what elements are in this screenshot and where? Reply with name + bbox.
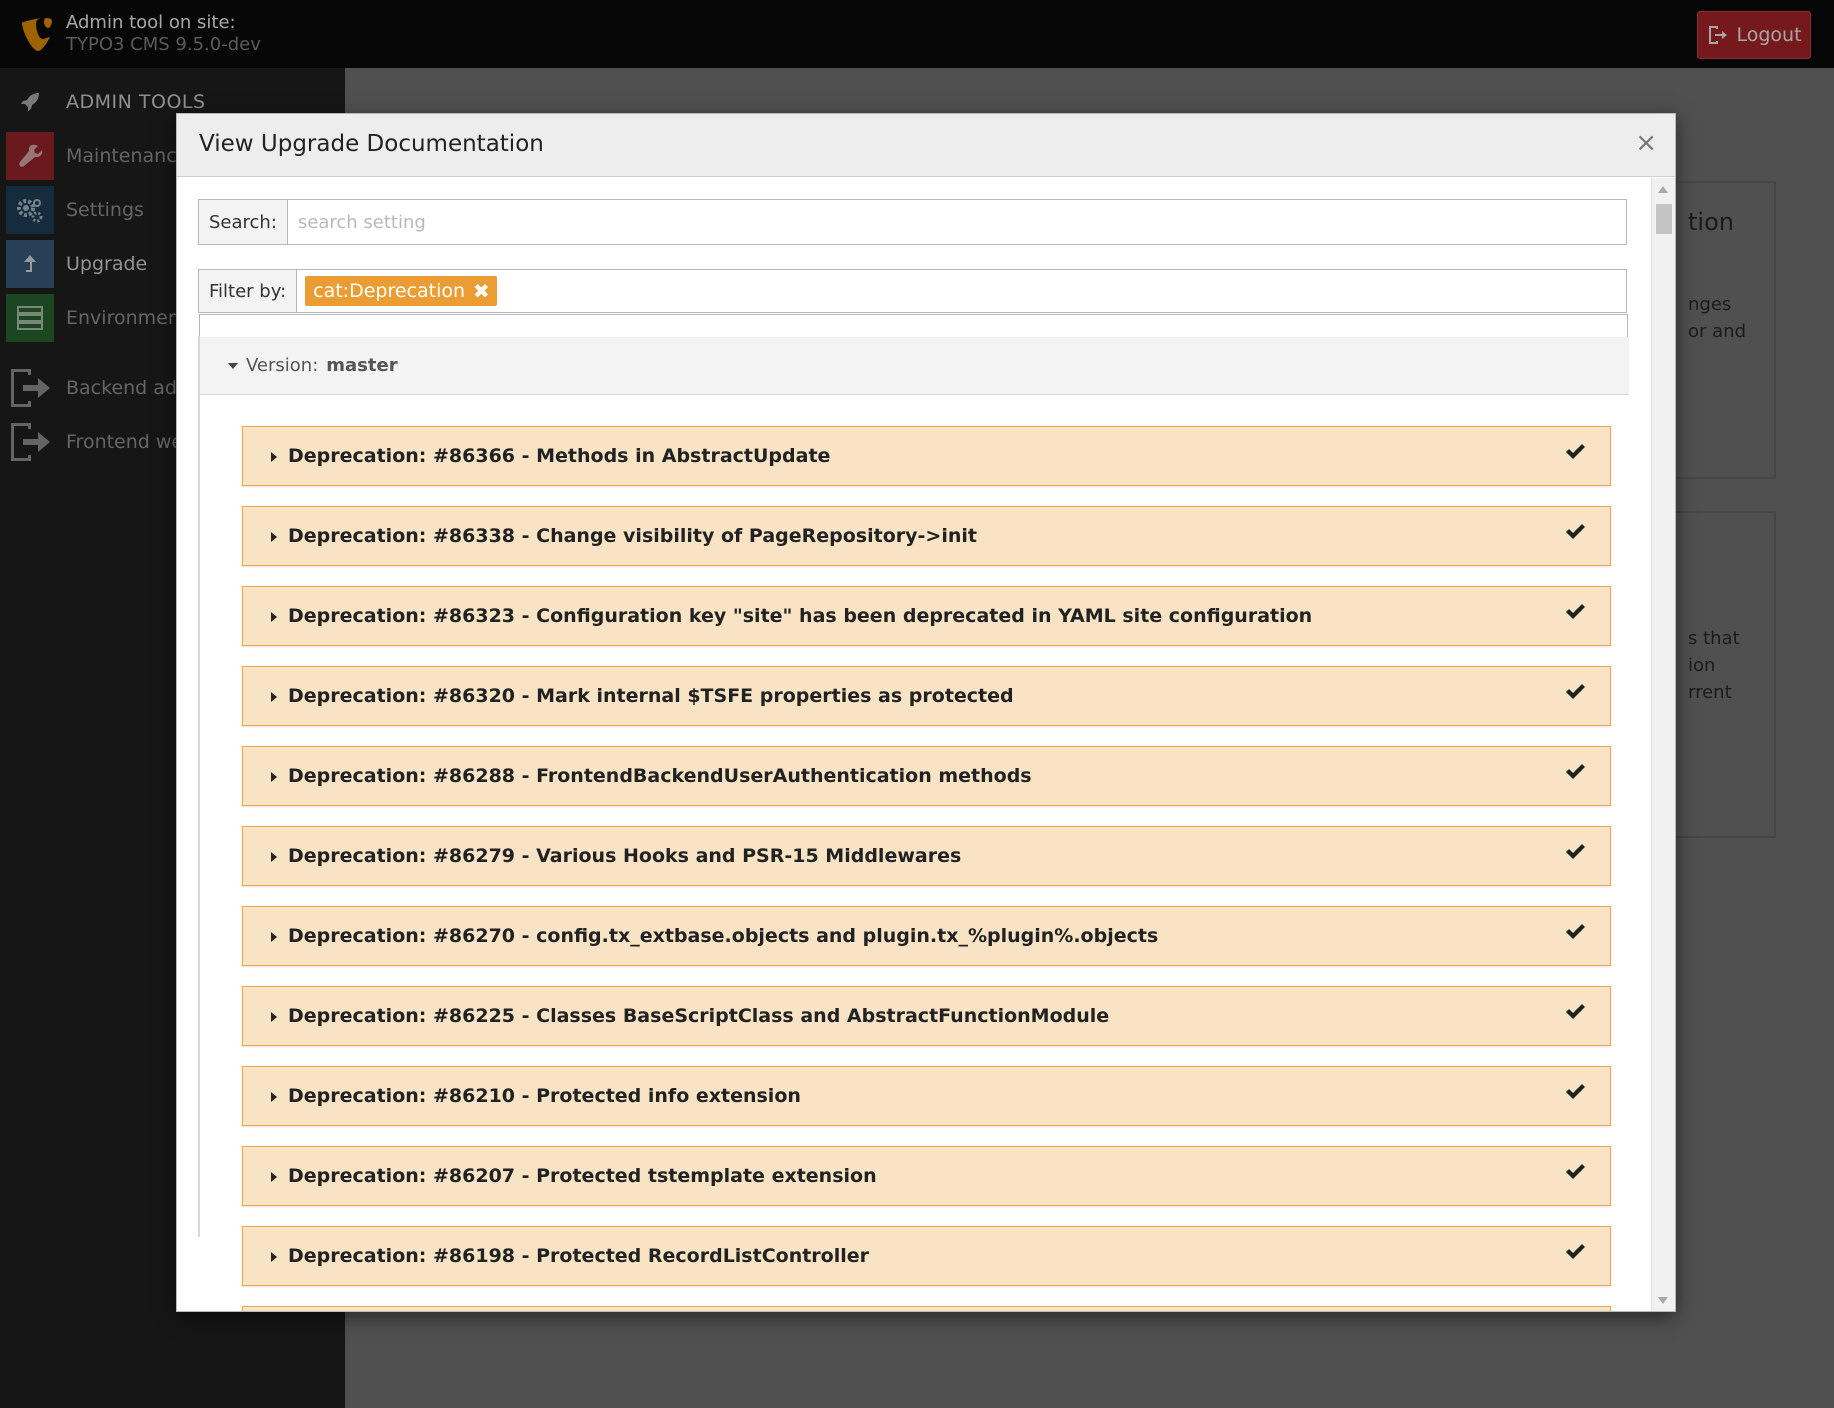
check-icon [1566,924,1585,939]
doc-item[interactable]: Deprecation: #86207 - Protected tstempla… [242,1146,1611,1206]
version-name: master [326,355,398,376]
doc-item[interactable]: Deprecation: #86279 - Various Hooks and … [242,826,1611,886]
doc-item[interactable]: Deprecation: #86366 - Methods in Abstrac… [242,426,1611,486]
doc-item-title: Deprecation: #86338 - Change visibility … [288,525,977,547]
scroll-up-icon[interactable] [1658,186,1668,193]
check-icon [1566,764,1585,779]
check-icon [1566,524,1585,539]
caret-right-icon [271,852,277,862]
doc-item[interactable]: Deprecation: #86270 - config.tx_extbase.… [242,906,1611,966]
modal-title: View Upgrade Documentation [199,131,544,157]
search-group: Search: [198,199,1627,245]
check-icon [1566,1004,1585,1019]
check-icon [1566,1164,1585,1179]
doc-item[interactable]: Deprecation: #86320 - Mark internal $TSF… [242,666,1611,726]
caret-right-icon [271,452,277,462]
doc-item-title: Deprecation: #86198 - Protected RecordLi… [288,1245,870,1267]
doc-item-title: Deprecation: #86210 - Protected info ext… [288,1085,801,1107]
doc-item[interactable]: Deprecation: #86197 - Protected FileList… [242,1306,1611,1311]
filter-field[interactable]: cat:Deprecation ✖ [297,270,1626,312]
doc-item[interactable]: Deprecation: #86210 - Protected info ext… [242,1066,1611,1126]
doc-item-title: Deprecation: #86279 - Various Hooks and … [288,845,962,867]
caret-down-icon [228,362,238,369]
doc-item[interactable]: Deprecation: #86198 - Protected RecordLi… [242,1226,1611,1286]
caret-right-icon [271,1092,277,1102]
filter-tag[interactable]: cat:Deprecation ✖ [305,276,497,306]
check-icon [1566,1244,1585,1259]
filter-label: Filter by: [199,270,298,312]
check-icon [1566,684,1585,699]
check-icon [1566,444,1585,459]
doc-item[interactable]: Deprecation: #86323 - Configuration key … [242,586,1611,646]
doc-item[interactable]: Deprecation: #86288 - FrontendBackendUse… [242,746,1611,806]
doc-item-title: Deprecation: #86288 - FrontendBackendUse… [288,765,1032,787]
search-label: Search: [199,200,288,244]
caret-right-icon [271,612,277,622]
caret-right-icon [271,532,277,542]
doc-item[interactable]: Deprecation: #86338 - Change visibility … [242,506,1611,566]
modal-content: Search: Filter by: cat:Deprecation ✖ Ver… [176,177,1652,1311]
doc-item-title: Deprecation: #86270 - config.tx_extbase.… [288,925,1159,947]
version-label: Version: [246,355,319,376]
check-icon [1566,604,1585,619]
version-header[interactable]: Version: master [200,337,1629,395]
search-input[interactable] [287,200,1626,244]
modal-header: View Upgrade Documentation × [177,114,1675,177]
check-icon [1566,844,1585,859]
doc-item-title: Deprecation: #86207 - Protected tstempla… [288,1165,877,1187]
scrollbar[interactable] [1651,178,1675,1311]
check-icon [1566,1084,1585,1099]
close-icon[interactable]: × [1635,128,1657,158]
doc-item[interactable]: Deprecation: #86225 - Classes BaseScript… [242,986,1611,1046]
caret-right-icon [271,1012,277,1022]
caret-right-icon [271,1252,277,1262]
caret-right-icon [271,1172,277,1182]
doc-item-title: Deprecation: #86320 - Mark internal $TSF… [288,685,1014,707]
scroll-thumb[interactable] [1656,204,1672,234]
doc-item-title: Deprecation: #86225 - Classes BaseScript… [288,1005,1110,1027]
version-panel: Version: master Deprecation: #86366 - Me… [198,337,1629,1311]
doc-item-title: Deprecation: #86323 - Configuration key … [288,605,1313,627]
caret-right-icon [271,772,277,782]
scroll-down-icon[interactable] [1658,1297,1668,1304]
caret-right-icon [271,932,277,942]
caret-right-icon [271,692,277,702]
doc-item-title: Deprecation: #86366 - Methods in Abstrac… [288,445,831,467]
filter-group: Filter by: cat:Deprecation ✖ [198,269,1627,313]
filter-tag-label: cat:Deprecation [313,280,466,302]
remove-tag-icon[interactable]: ✖ [473,279,490,303]
